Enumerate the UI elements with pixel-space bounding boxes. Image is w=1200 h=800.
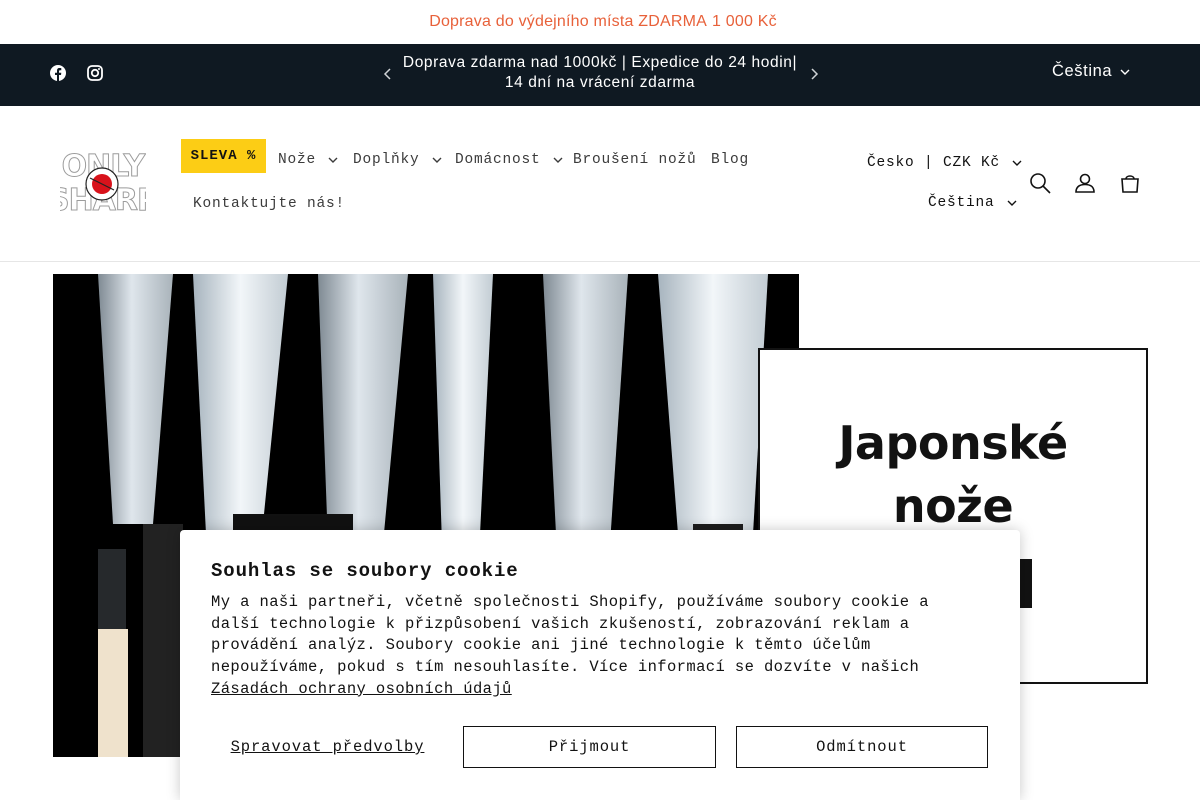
cookie-body: My a naši partneři, včetně společnosti S… (211, 592, 961, 701)
hero-title: Japonské nože (760, 412, 1146, 538)
chevron-down-icon (553, 157, 563, 163)
instagram-icon[interactable] (87, 65, 103, 81)
nav-item-label: Blog (711, 152, 750, 168)
hero-title-line-1: Japonské (838, 416, 1068, 470)
decline-cookies-button[interactable]: Odmítnout (736, 726, 988, 768)
announcement-bar: Doprava zdarma nad 1000kč | Expedice do … (0, 44, 1200, 106)
hero-title-line-2: nože (892, 479, 1014, 533)
nav-item-label: Domácnost (455, 152, 541, 168)
nav-item-doplnky[interactable]: Doplňky (353, 152, 442, 168)
chevron-down-icon (1007, 200, 1017, 206)
promo-price: 1 000 Kč (712, 13, 777, 30)
nav-item-label: Kontaktujte nás! (193, 196, 346, 212)
cookie-body-text: My a naši partneři, včetně společnosti S… (211, 593, 929, 677)
chevron-down-icon (328, 157, 338, 163)
country-selector[interactable]: Česko | CZK Kč (867, 155, 1022, 171)
chevron-down-icon (1120, 69, 1130, 75)
search-icon[interactable] (1028, 171, 1052, 195)
announcement-language-selector[interactable]: Čeština (1052, 62, 1130, 81)
header-language-selector[interactable]: Čeština (928, 195, 1017, 211)
account-icon[interactable] (1073, 171, 1097, 195)
cookie-title: Souhlas se soubory cookie (211, 560, 519, 582)
nav-item-label: Broušení nožů (573, 152, 697, 168)
chevron-down-icon (1012, 160, 1022, 166)
cookie-consent-dialog: Souhlas se soubory cookie My a naši part… (180, 530, 1020, 800)
nav-item-blog[interactable]: Blog (711, 152, 749, 168)
nav-item-noze[interactable]: Nože (278, 152, 338, 168)
nav-item-label: Doplňky (353, 152, 420, 168)
site-header: ONLY SHARP SLEVA % Nože Doplňky Domácnos… (0, 106, 1200, 262)
chevron-down-icon (432, 157, 442, 163)
country-label: Česko | CZK Kč (867, 155, 1001, 171)
facebook-icon[interactable] (50, 65, 66, 81)
announcement-prev-arrow-icon[interactable] (380, 66, 396, 82)
header-language-label: Čeština (928, 195, 995, 211)
nav-item-brouseni-nozu[interactable]: Broušení nožů (573, 152, 697, 168)
accept-cookies-button[interactable]: Přijmout (463, 726, 716, 768)
nav-item-kontakt[interactable]: Kontaktujte nás! (193, 196, 345, 212)
sale-nav-button[interactable]: SLEVA % (181, 139, 266, 173)
manage-preferences-button[interactable]: Spravovat předvolby (220, 726, 435, 768)
nav-item-domacnost[interactable]: Domácnost (455, 152, 563, 168)
promo-bar: Doprava do výdejního místa ZDARMA 1 000 … (0, 0, 1200, 44)
privacy-policy-link[interactable]: Zásadách ochrany osobních údajů (211, 680, 512, 698)
announcement-next-arrow-icon[interactable] (806, 66, 822, 82)
cart-icon[interactable] (1118, 171, 1142, 195)
promo-text: Doprava do výdejního místa ZDARMA (429, 13, 708, 30)
announcement-text: Doprava zdarma nad 1000kč | Expedice do … (402, 54, 798, 91)
nav-item-label: Nože (278, 152, 317, 168)
only-sharp-logo[interactable]: ONLY SHARP (60, 146, 146, 217)
announcement-language-label: Čeština (1052, 62, 1113, 80)
